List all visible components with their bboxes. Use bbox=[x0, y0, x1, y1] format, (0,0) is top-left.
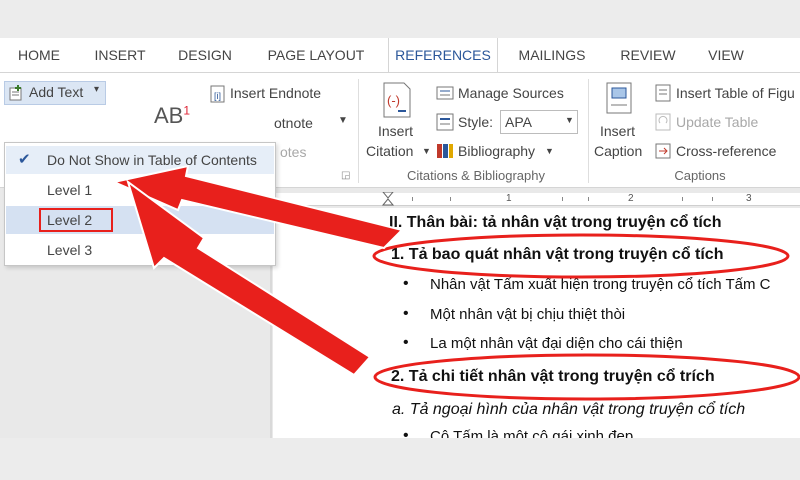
ruler-number: 1 bbox=[506, 193, 512, 204]
add-text-button[interactable]: Add Text ▾ bbox=[4, 81, 106, 105]
table-of-figures-icon bbox=[655, 84, 671, 102]
tab-design[interactable]: DESIGN bbox=[170, 38, 240, 72]
tab-page-layout[interactable]: PAGE LAYOUT bbox=[258, 38, 374, 72]
screenshot-stage: HOME INSERT DESIGN PAGE LAYOUT REFERENCE… bbox=[0, 0, 800, 480]
bibliography-icon bbox=[437, 144, 453, 158]
update-table-button[interactable]: Update Table bbox=[676, 114, 758, 130]
captions-group-label: Captions bbox=[674, 168, 726, 183]
insert-citation-label-1[interactable]: Insert bbox=[378, 123, 413, 139]
ruler-tick bbox=[450, 197, 451, 201]
manage-sources-button[interactable]: Manage Sources bbox=[458, 85, 564, 101]
group-divider bbox=[358, 79, 359, 183]
citations-group-label: Citations & Bibliography bbox=[406, 168, 546, 183]
tab-home[interactable]: HOME bbox=[10, 38, 68, 72]
svg-text:[i]: [i] bbox=[214, 91, 221, 101]
horizontal-ruler[interactable]: 1 2 3 bbox=[272, 192, 800, 206]
section-heading-2: 2. Tả chi tiết nhân vật trong truyện cổ … bbox=[391, 368, 715, 385]
add-text-dropdown: ✔ Do Not Show in Table of Contents Level… bbox=[4, 142, 276, 266]
insert-caption-label-2[interactable]: Caption bbox=[594, 143, 642, 159]
document-heading: II. Thân bài: tả nhân vật trong truyện c… bbox=[389, 214, 722, 231]
insert-footnote-icon[interactable]: AB1 bbox=[154, 103, 190, 129]
style-icon bbox=[436, 113, 454, 131]
bibliography-button[interactable]: Bibliography bbox=[458, 143, 535, 159]
tab-view[interactable]: VIEW bbox=[698, 38, 754, 72]
bullet-item: La một nhân vật đại diện cho cái thiện bbox=[403, 334, 683, 352]
bullet-item-cut: Cô Tấm là một cô gái xinh đẹp bbox=[403, 427, 633, 438]
ruler-number: 2 bbox=[628, 193, 634, 204]
dropdown-item-level-3[interactable]: Level 3 bbox=[6, 236, 274, 264]
style-label: Style: bbox=[458, 114, 494, 130]
footnote-icon-superscript: 1 bbox=[183, 103, 191, 118]
indent-marker-icon[interactable] bbox=[382, 192, 394, 206]
dialog-launcher-icon[interactable]: ◲ bbox=[341, 170, 350, 181]
insert-endnote-icon: [i] bbox=[210, 85, 225, 103]
bibliography-chevron-icon: ▼ bbox=[545, 146, 554, 156]
ruler-tick bbox=[562, 197, 563, 201]
style-select[interactable]: APA ▼ bbox=[500, 110, 578, 134]
insert-table-of-figures-button[interactable]: Insert Table of Figu bbox=[676, 85, 795, 101]
add-text-label: Add Text bbox=[29, 84, 84, 100]
level-2-highlight-box bbox=[39, 208, 113, 232]
document-page[interactable]: II. Thân bài: tả nhân vật trong truyện c… bbox=[273, 208, 800, 438]
footnote-icon-text: AB bbox=[154, 103, 184, 128]
next-footnote-button[interactable]: otnote bbox=[274, 115, 313, 131]
ruler-tick bbox=[682, 197, 683, 201]
tab-review[interactable]: REVIEW bbox=[612, 38, 684, 72]
add-text-icon bbox=[9, 85, 22, 101]
ruler-tick bbox=[588, 197, 589, 201]
dropdown-item-do-not-show[interactable]: ✔ Do Not Show in Table of Contents bbox=[6, 146, 274, 174]
svg-text:(-): (-) bbox=[387, 93, 400, 108]
bullet-item: Một nhân vật bị chịu thiệt thòi bbox=[403, 305, 625, 323]
group-divider bbox=[588, 79, 589, 183]
tab-references[interactable]: REFERENCES bbox=[388, 38, 498, 72]
ruler-number: 3 bbox=[746, 193, 752, 204]
style-chevron-down-icon: ▼ bbox=[565, 115, 574, 125]
ribbon-tab-bar: HOME INSERT DESIGN PAGE LAYOUT REFERENCE… bbox=[0, 38, 800, 72]
insert-citation-label-2[interactable]: Citation bbox=[366, 143, 413, 159]
insert-citation-icon: (-) bbox=[383, 82, 411, 118]
cross-reference-icon bbox=[655, 143, 671, 159]
italic-subheading: a. Tả ngoại hình của nhân vật trong truy… bbox=[392, 401, 746, 418]
checkmark-icon: ✔ bbox=[18, 151, 31, 168]
update-table-icon bbox=[655, 113, 671, 131]
next-footnote-chevron-icon: ▼ bbox=[338, 115, 348, 126]
word-window: HOME INSERT DESIGN PAGE LAYOUT REFERENCE… bbox=[0, 38, 800, 438]
bullet-item: Nhân vật Tấm xuất hiện trong truyện cổ t… bbox=[403, 275, 770, 293]
chevron-down-icon: ▾ bbox=[94, 84, 100, 95]
cross-reference-button[interactable]: Cross-reference bbox=[676, 143, 776, 159]
insert-citation-chevron-icon: ▼ bbox=[422, 146, 431, 156]
dropdown-item-level-1[interactable]: Level 1 bbox=[6, 176, 274, 204]
style-select-value: APA bbox=[505, 114, 532, 130]
insert-caption-icon bbox=[606, 82, 632, 114]
insert-caption-label-1[interactable]: Insert bbox=[600, 123, 635, 139]
ruler-tick bbox=[712, 197, 713, 201]
section-heading-1: 1. Tả bao quát nhân vật trong truyện cổ … bbox=[391, 246, 724, 263]
tab-insert[interactable]: INSERT bbox=[88, 38, 152, 72]
insert-endnote-button[interactable]: Insert Endnote bbox=[230, 85, 321, 101]
dropdown-item-label: Do Not Show in Table of Contents bbox=[47, 152, 257, 168]
tab-mailings[interactable]: MAILINGS bbox=[510, 38, 594, 72]
ruler-tick bbox=[412, 197, 413, 201]
manage-sources-icon bbox=[436, 86, 454, 100]
show-notes-button[interactable]: otes bbox=[280, 144, 306, 160]
dropdown-item-level-2[interactable]: Level 2 bbox=[6, 206, 274, 234]
